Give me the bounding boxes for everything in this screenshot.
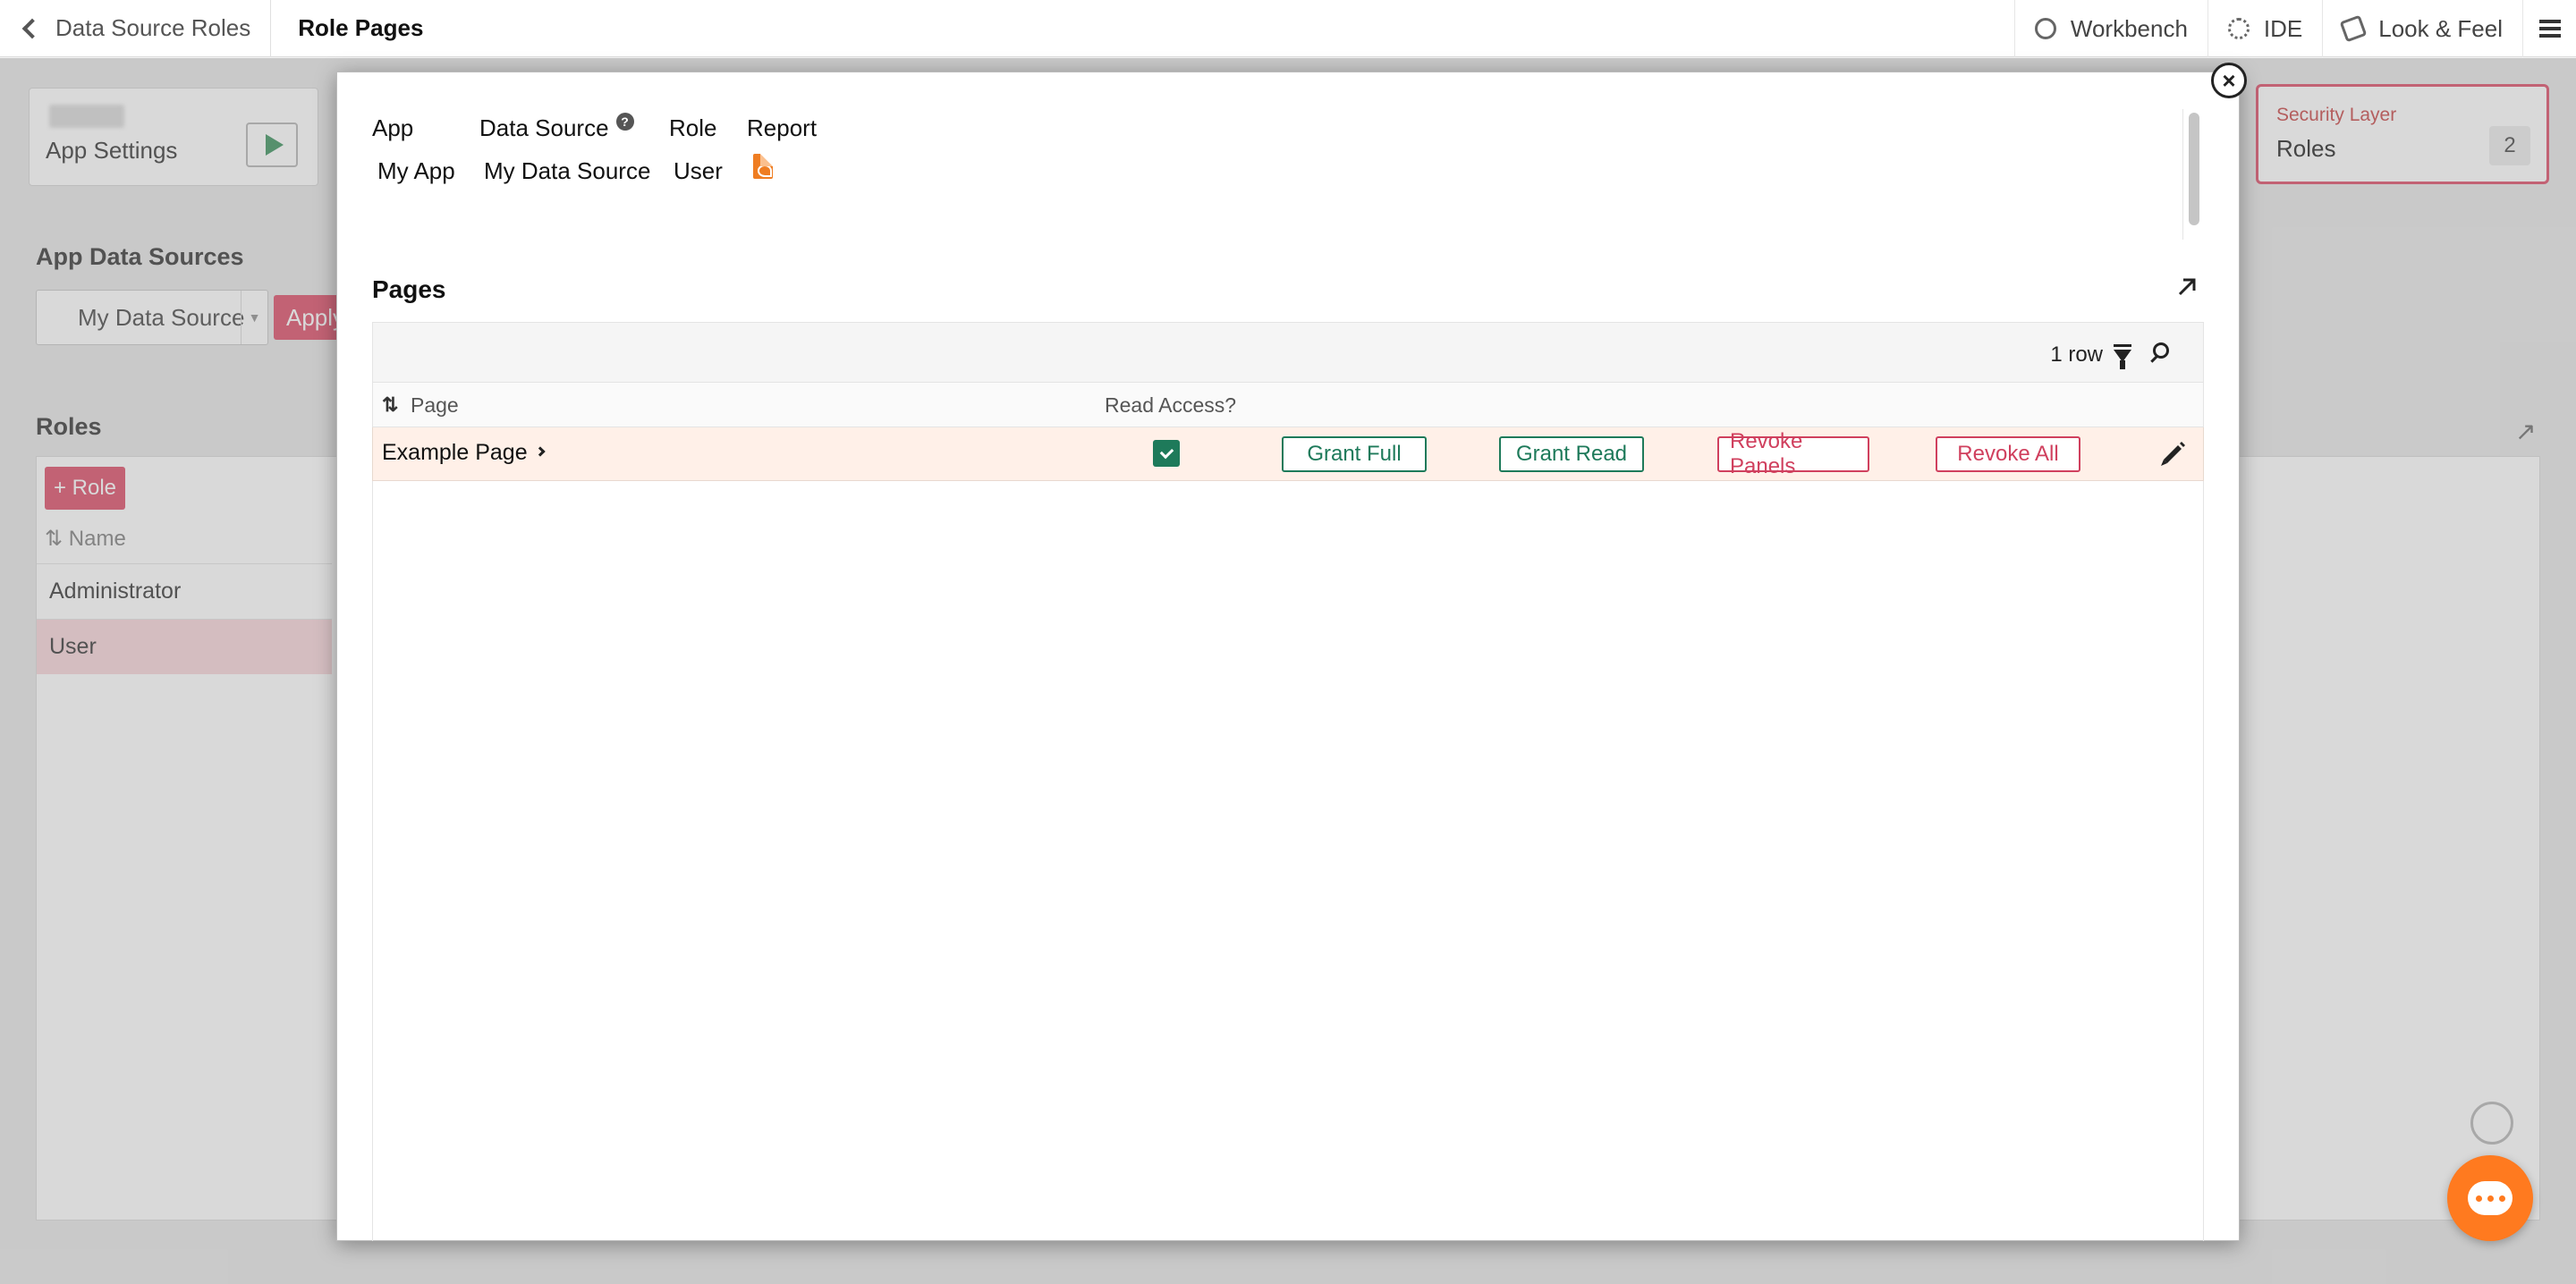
pdf-report-icon[interactable] [753,154,773,179]
ide-button[interactable]: IDE [2207,0,2322,57]
brush-icon [2339,14,2368,43]
grid-body [372,481,2204,1241]
grid-toolbar: 1 row [372,322,2204,383]
search-icon[interactable] [2153,342,2169,359]
workbench-label: Workbench [2070,14,2188,42]
chat-icon [2468,1181,2512,1215]
context-header-data-source: Data Source? [479,113,634,142]
pencil-icon[interactable] [2155,436,2190,472]
table-row[interactable]: Example Page Grant Full Grant Read Revok… [372,427,2204,481]
column-header-read-access[interactable]: Read Access? [1105,393,1236,418]
hamburger-icon [2538,20,2561,38]
expand-icon[interactable] [2175,275,2199,299]
main-menu-button[interactable] [2522,0,2576,57]
chevron-left-icon [21,18,43,38]
page-link[interactable]: Example Page [382,440,546,466]
back-link-label: Data Source Roles [55,14,251,41]
revoke-all-button[interactable]: Revoke All [1936,436,2080,472]
revoke-panels-button[interactable]: Revoke Panels [1717,429,1869,478]
close-icon[interactable]: × [2211,63,2247,98]
pages-heading: Pages [372,275,446,303]
look-and-feel-label: Look & Feel [2378,14,2503,42]
scrollbar-thumb[interactable] [2189,113,2199,225]
gear-icon [2227,18,2250,39]
workbench-button[interactable]: Workbench [2013,0,2207,57]
column-header-page[interactable]: Page [411,393,459,418]
context-value-role: User [674,157,723,184]
workbench-icon [2034,18,2056,39]
context-header-role: Role [669,114,717,141]
back-link[interactable]: Data Source Roles [0,0,272,57]
ide-label: IDE [2263,14,2303,42]
top-bar: Data Source Roles Role Pages Workbench I… [0,0,2576,57]
top-right-nav: Workbench IDE Look & Feel [2013,0,2576,57]
modal-scrollbar[interactable] [2182,109,2204,240]
grant-read-button[interactable]: Grant Read [1499,436,1644,472]
sort-icon[interactable]: ⇅ [382,393,398,417]
context-header-report: Report [747,114,818,141]
page-title: Role Pages [298,14,424,41]
chevron-right-icon [534,446,546,458]
read-access-checkbox[interactable] [1153,440,1180,467]
grid-header: ⇅ Page Read Access? [372,383,2204,427]
row-count: 1 row [2050,342,2103,367]
context-header-app: App [372,114,414,141]
context-value-app: My App [377,157,455,184]
chat-button[interactable] [2447,1155,2533,1241]
look-and-feel-button[interactable]: Look & Feel [2322,0,2522,57]
grant-full-button[interactable]: Grant Full [1282,436,1427,472]
context-value-data-source: My Data Source [484,157,651,184]
help-icon[interactable]: ? [615,113,634,131]
filter-icon[interactable] [2114,344,2131,369]
